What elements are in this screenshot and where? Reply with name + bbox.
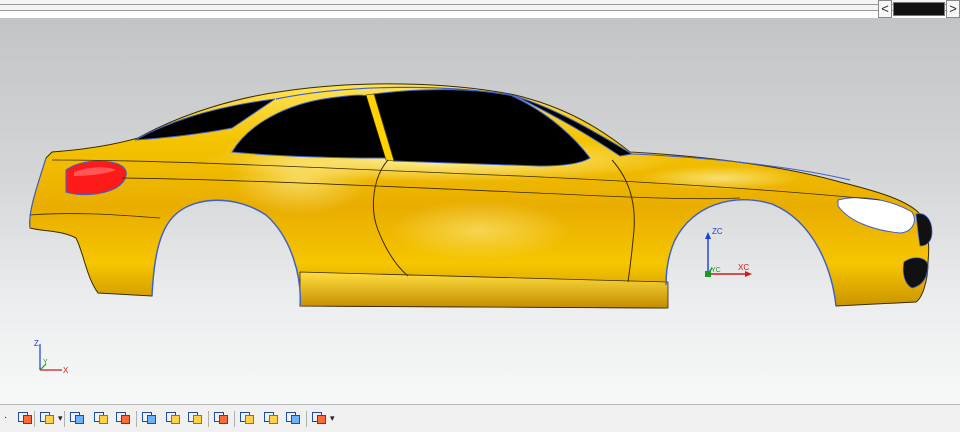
link-icon[interactable] bbox=[238, 409, 256, 427]
work-coordinate-triad[interactable]: ZC XC YC bbox=[705, 227, 752, 277]
move-component-icon-fill bbox=[75, 415, 84, 424]
add-component-icon-fill bbox=[45, 415, 54, 424]
exploded-view-icon-fill bbox=[317, 415, 326, 424]
reposition-icon-fill bbox=[121, 415, 130, 424]
title-divider bbox=[0, 4, 960, 5]
toolbar-dropdown-arrow-icon[interactable]: ▾ bbox=[330, 413, 335, 424]
assembly-constraints-icon[interactable] bbox=[92, 409, 110, 427]
replace-component-icon-fill bbox=[193, 415, 202, 424]
reposition-icon[interactable] bbox=[114, 409, 132, 427]
yc-label: YC bbox=[711, 267, 721, 274]
scroll-left-button[interactable]: < bbox=[878, 0, 892, 18]
menu-overflow-icon[interactable]: · bbox=[4, 409, 10, 427]
toolbar-separator bbox=[208, 411, 209, 427]
window-title-strip bbox=[0, 0, 960, 11]
xc-label: XC bbox=[738, 263, 749, 272]
body-highlight bbox=[640, 166, 800, 190]
body-highlight bbox=[390, 200, 570, 260]
exploded-view-icon[interactable] bbox=[310, 409, 328, 427]
zc-label: ZC bbox=[712, 227, 723, 236]
car-model-canvas[interactable]: ZC XC YC Z X Y bbox=[0, 18, 960, 404]
wave-geometry-icon[interactable] bbox=[212, 409, 230, 427]
mirror-assembly-icon[interactable] bbox=[140, 409, 158, 427]
toolbar-separator bbox=[136, 411, 137, 427]
assembly-constraints-icon-fill bbox=[99, 415, 108, 424]
x-label: X bbox=[63, 366, 69, 375]
wave-geometry-icon-fill bbox=[219, 415, 228, 424]
assemblies-toolbar: · ▾ ▾ bbox=[0, 404, 960, 432]
inspect-icon-fill bbox=[291, 415, 300, 424]
toolbar-separator bbox=[64, 411, 65, 427]
view-cube-icon[interactable] bbox=[16, 409, 34, 427]
z-label: Z bbox=[34, 339, 39, 348]
toolbar-separator bbox=[234, 411, 235, 427]
door-window bbox=[373, 89, 591, 167]
y-label: Y bbox=[43, 359, 48, 366]
absolute-coordinate-triad: Z X Y bbox=[34, 339, 69, 375]
sketch-tool-icon-fill bbox=[269, 415, 278, 424]
view-cube-icon-fill bbox=[23, 415, 32, 424]
scroll-right-button[interactable]: > bbox=[946, 0, 960, 18]
toolbar-dropdown-arrow-icon[interactable]: ▾ bbox=[58, 413, 63, 424]
pattern-component-icon[interactable] bbox=[164, 409, 182, 427]
add-component-icon[interactable] bbox=[38, 409, 56, 427]
graphics-viewport[interactable]: ZC XC YC Z X Y bbox=[0, 18, 960, 404]
toolbar-separator bbox=[306, 411, 307, 427]
pattern-component-icon-fill bbox=[171, 415, 180, 424]
scroll-thumb[interactable] bbox=[893, 2, 945, 16]
link-icon-fill bbox=[245, 415, 254, 424]
inspect-icon[interactable] bbox=[284, 409, 302, 427]
move-component-icon[interactable] bbox=[68, 409, 86, 427]
mirror-assembly-icon-fill bbox=[147, 415, 156, 424]
sketch-tool-icon[interactable] bbox=[262, 409, 280, 427]
toolbar-separator bbox=[34, 411, 35, 427]
replace-component-icon[interactable] bbox=[186, 409, 204, 427]
